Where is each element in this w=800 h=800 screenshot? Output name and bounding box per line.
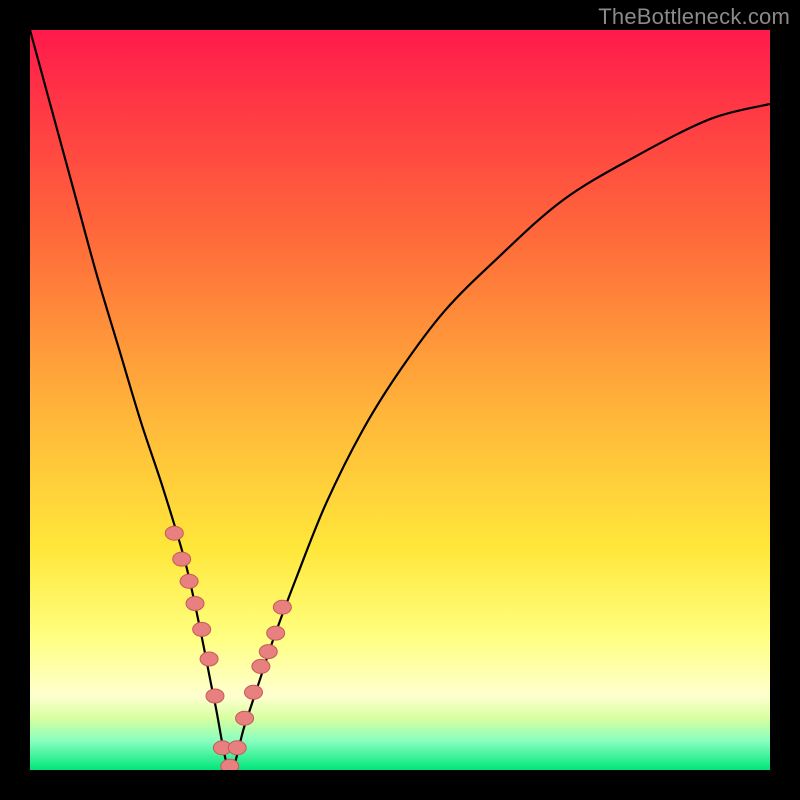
watermark-text: TheBottleneck.com <box>598 4 790 30</box>
curve-marker <box>180 574 198 588</box>
curve-marker <box>267 626 285 640</box>
curve-marker <box>259 645 277 659</box>
curve-marker <box>221 759 239 770</box>
curve-marker <box>228 741 246 755</box>
curve-marker <box>173 552 191 566</box>
curve-marker <box>273 600 291 614</box>
curve-marker <box>206 689 224 703</box>
curve-marker <box>186 597 204 611</box>
curve-marker <box>193 622 211 636</box>
chart-svg <box>30 30 770 770</box>
curve-marker <box>200 652 218 666</box>
curve-marker <box>244 685 262 699</box>
plot-area <box>30 30 770 770</box>
gradient-background <box>30 30 770 770</box>
curve-marker <box>252 659 270 673</box>
curve-marker <box>165 526 183 540</box>
curve-marker <box>236 711 254 725</box>
chart-frame: TheBottleneck.com <box>0 0 800 800</box>
